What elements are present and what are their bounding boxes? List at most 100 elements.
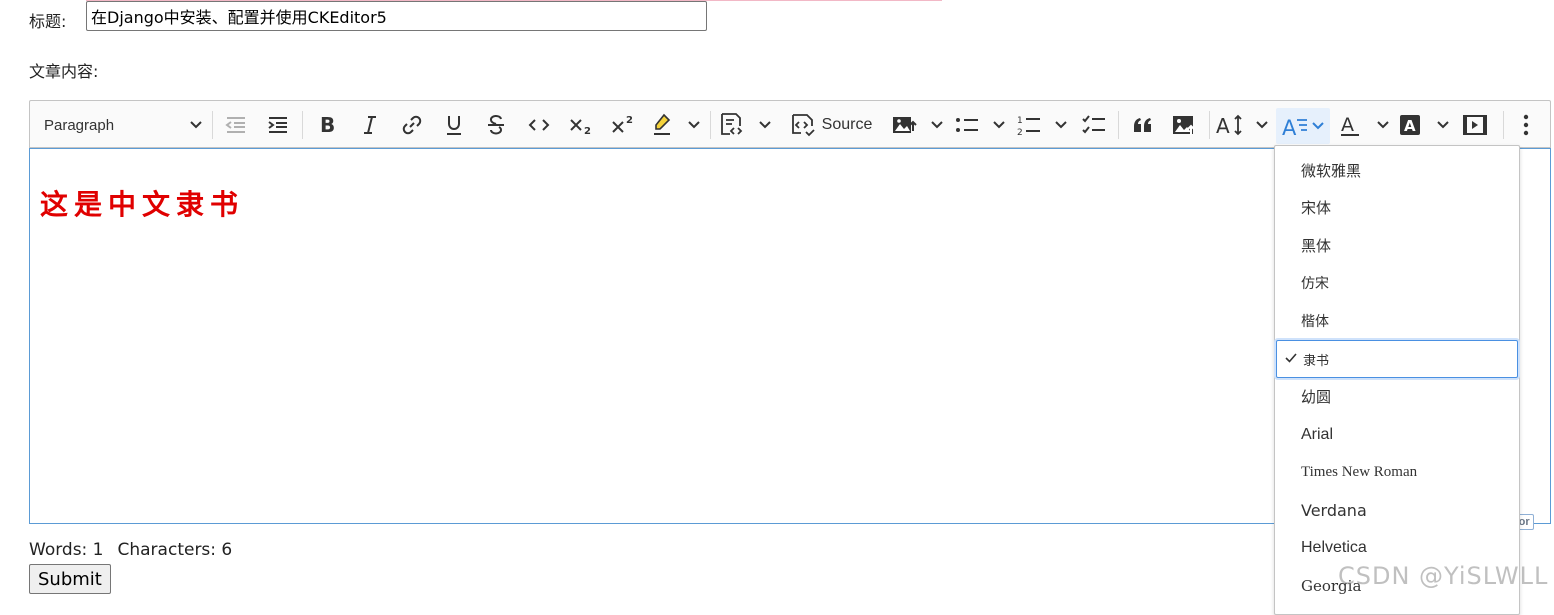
heading-dropdown[interactable]: Paragraph: [38, 111, 208, 139]
highlight-icon: [654, 113, 671, 135]
heading-dropdown-value: Paragraph: [44, 116, 115, 134]
more-items-button[interactable]: [1512, 111, 1540, 139]
svg-text:A: A: [1341, 114, 1354, 136]
font-family-option-label: 楷体: [1301, 314, 1329, 331]
todo-list-icon: [1082, 115, 1105, 134]
font-family-option[interactable]: 幼圆: [1275, 378, 1519, 416]
highlight-dropdown[interactable]: [650, 111, 700, 139]
font-family-option[interactable]: Arial: [1275, 416, 1519, 454]
code-block-dropdown[interactable]: [719, 111, 771, 139]
watermark: CSDN @YiSLWLL: [1338, 562, 1549, 590]
outdent-icon: [225, 117, 245, 133]
svg-text:2: 2: [626, 115, 633, 126]
font-family-option[interactable]: 微软雅黑: [1275, 151, 1519, 189]
blockquote-button[interactable]: [1128, 111, 1158, 139]
title-input[interactable]: [86, 1, 707, 31]
todo-list-button[interactable]: [1079, 111, 1109, 139]
underline-button[interactable]: [440, 111, 468, 139]
font-family-option-label: 仿宋: [1301, 276, 1329, 293]
source-button[interactable]: Source: [787, 111, 875, 139]
bulleted-list-dropdown[interactable]: [955, 111, 1005, 139]
font-family-option[interactable]: 黑体: [1275, 227, 1519, 265]
chevron-down-icon: [1256, 121, 1268, 129]
svg-text:B: B: [320, 115, 335, 135]
font-family-option[interactable]: Verdana: [1275, 491, 1519, 529]
font-color-dropdown[interactable]: A: [1339, 111, 1389, 139]
bold-button[interactable]: B: [313, 111, 341, 139]
toolbar-separator: [1118, 111, 1119, 139]
bold-icon: B: [320, 115, 335, 135]
link-icon: [402, 115, 422, 135]
chevron-down-icon: [931, 121, 943, 129]
editor-toolbar: Paragraph B 2 2 Source 1 2 A A A A: [29, 100, 1551, 148]
source-label: Source: [821, 116, 873, 133]
subscript-button[interactable]: 2: [567, 111, 595, 139]
bulleted-list-icon: [956, 118, 978, 132]
link-button[interactable]: [398, 111, 426, 139]
underline-icon: [447, 116, 461, 135]
font-family-option[interactable]: 宋体: [1275, 189, 1519, 227]
superscript-button[interactable]: 2: [609, 111, 637, 139]
chevron-down-icon: [190, 121, 202, 129]
font-family-option[interactable]: Times New Roman: [1275, 453, 1519, 491]
svg-text:A: A: [1282, 116, 1297, 138]
check-icon: [1285, 353, 1297, 363]
outdent-button[interactable]: [222, 111, 250, 139]
code-block-icon: [721, 113, 743, 135]
indent-button[interactable]: [264, 111, 292, 139]
media-embed-button[interactable]: [1460, 111, 1490, 139]
media-embed-icon: [1463, 115, 1487, 135]
font-family-option-label: 黑体: [1301, 237, 1332, 256]
characters-count: Characters: 6: [117, 540, 233, 560]
indent-icon: [268, 117, 287, 133]
title-label: 标题:: [29, 12, 67, 31]
font-background-dropdown[interactable]: A: [1399, 111, 1449, 139]
font-family-option-label: 幼圆: [1301, 388, 1332, 407]
submit-button[interactable]: Submit: [29, 564, 111, 594]
font-family-icon: A: [1282, 116, 1307, 138]
font-family-dropdown[interactable]: A: [1276, 108, 1330, 144]
source-icon: [791, 114, 815, 137]
toolbar-separator: [710, 111, 711, 139]
insert-image-dropdown[interactable]: [891, 111, 943, 139]
chevron-down-icon: [759, 121, 771, 129]
font-family-option-label: 微软雅黑: [1301, 161, 1362, 180]
font-family-option[interactable]: 楷体: [1275, 302, 1519, 340]
chevron-down-icon: [1312, 122, 1324, 130]
toolbar-separator: [212, 111, 213, 139]
font-family-option[interactable]: 隶书: [1276, 340, 1518, 378]
content-label: 文章内容:: [29, 62, 99, 81]
numbered-list-dropdown[interactable]: 12: [1017, 111, 1067, 139]
strikethrough-icon: [488, 114, 504, 135]
font-family-option[interactable]: 仿宋: [1275, 264, 1519, 302]
blockquote-icon: [1134, 118, 1151, 132]
toolbar-separator: [302, 111, 303, 139]
svg-text:A: A: [1216, 114, 1230, 137]
toolbar-separator: [1503, 111, 1504, 139]
word-count: Words: 1 Characters: 6: [29, 540, 232, 560]
svg-text:A: A: [1404, 117, 1416, 135]
numbered-list-icon: 12: [1017, 116, 1040, 136]
chevron-down-icon: [1377, 121, 1389, 129]
font-color-icon: A: [1341, 114, 1359, 136]
more-icon: [1523, 114, 1529, 136]
font-family-option-label: 隶书: [1303, 353, 1330, 369]
font-family-option-label: 宋体: [1301, 199, 1332, 218]
italic-icon: [364, 116, 376, 134]
chevron-down-icon: [993, 121, 1005, 129]
font-family-menu: 微软雅黑宋体黑体仿宋楷体隶书幼圆 Arial Times New Roman Verd…: [1274, 145, 1520, 615]
code-icon: [528, 119, 550, 131]
font-size-dropdown[interactable]: A: [1216, 111, 1268, 139]
subscript-icon: 2: [570, 119, 591, 136]
words-count: Words: 1: [29, 540, 104, 560]
image-upload-button[interactable]: [1169, 111, 1199, 139]
strikethrough-button[interactable]: [482, 111, 510, 139]
font-family-option-label: Verdana: [1301, 500, 1367, 520]
toolbar-separator: [1209, 111, 1210, 139]
chevron-down-icon: [688, 121, 700, 129]
insert-image-icon: [893, 117, 917, 133]
code-button[interactable]: [525, 111, 553, 139]
font-family-option-label: Helvetica: [1301, 539, 1367, 556]
font-size-icon: A: [1216, 114, 1242, 137]
italic-button[interactable]: [356, 111, 384, 139]
